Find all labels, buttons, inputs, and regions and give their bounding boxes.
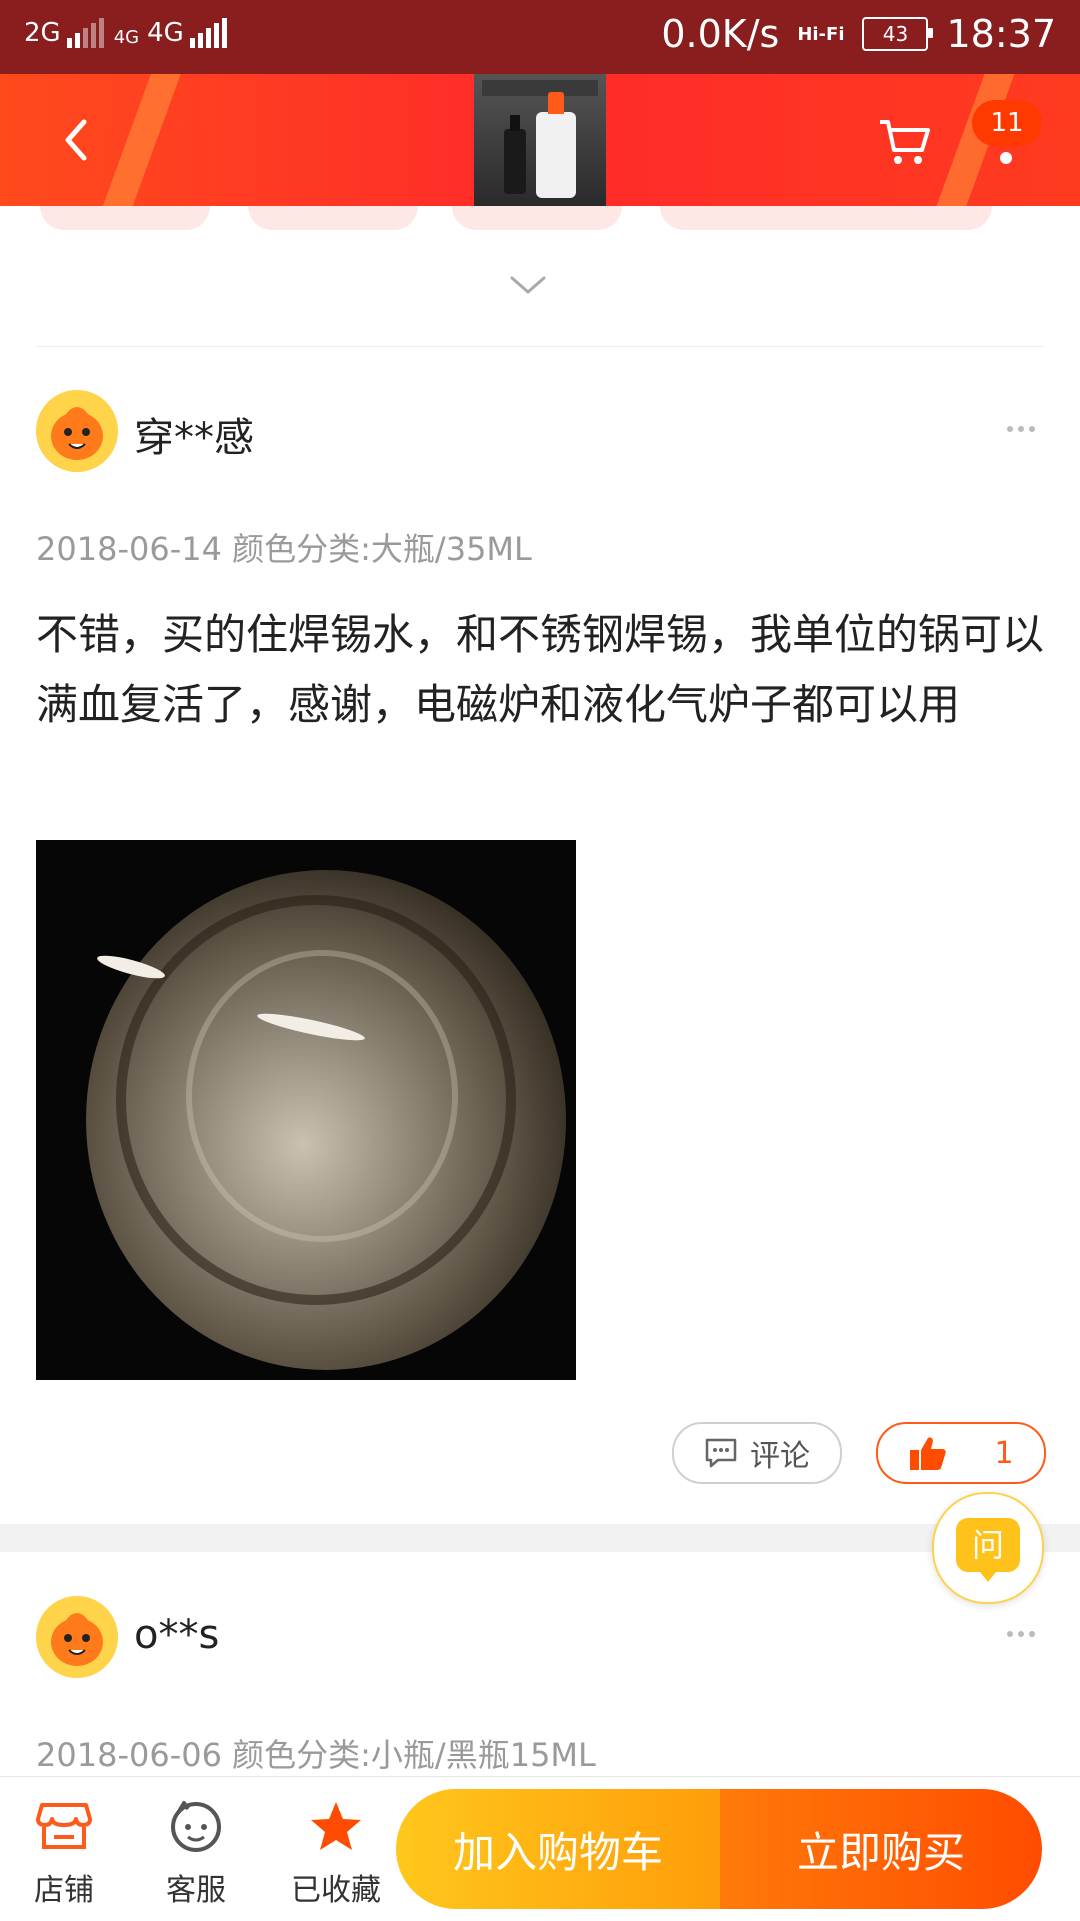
- purchase-actions: 加入购物车 立即购买: [396, 1789, 1042, 1909]
- store-label: 店铺: [34, 1873, 94, 1908]
- notification-dot: [1000, 152, 1012, 164]
- ask-icon: 问: [956, 1518, 1020, 1582]
- mascot-avatar-icon: [36, 390, 118, 472]
- more-icon: [1007, 1631, 1035, 1637]
- add-to-cart-button[interactable]: 加入购物车: [396, 1789, 720, 1909]
- section-separator: [0, 1524, 1080, 1552]
- net-speed: 0.0K/s: [661, 12, 780, 56]
- back-icon: [65, 119, 87, 161]
- avatar[interactable]: [36, 390, 118, 472]
- mascot-avatar-icon: [36, 1596, 118, 1678]
- chevron-down-icon: [510, 276, 546, 294]
- like-button[interactable]: 1: [876, 1422, 1046, 1484]
- store-icon: [36, 1803, 92, 1849]
- expand-tags-button[interactable]: [508, 270, 548, 300]
- favorite-button[interactable]: 已收藏: [280, 1799, 392, 1909]
- comment-label: 评论: [750, 1439, 810, 1474]
- network-type-4g: 4G: [147, 18, 184, 48]
- review-text: 不错，买的住焊锡水，和不锈钢焊锡，我单位的锅可以满血复活了，感谢，电磁炉和液化气…: [36, 610, 1045, 729]
- dark-bottle-image: [504, 115, 526, 194]
- pot-inner: [186, 950, 458, 1242]
- service-label: 客服: [166, 1873, 226, 1908]
- store-button[interactable]: 店铺: [14, 1799, 114, 1909]
- service-icon: [171, 1801, 221, 1852]
- thumbs-up-icon: [910, 1437, 947, 1470]
- signal-indicators: 2G 4G 4G: [24, 18, 233, 48]
- more-options-button[interactable]: [1006, 1624, 1036, 1637]
- review-photo[interactable]: [36, 840, 576, 1380]
- status-bar: 2G 4G 4G 0.0K/s Hi-Fi 43 18:37: [0, 0, 1080, 74]
- network-type-4g-mid: 4G: [113, 27, 140, 48]
- cart-count-badge: 11: [972, 100, 1042, 146]
- review-username[interactable]: 穿**感: [134, 405, 254, 463]
- thumbnail-banner: [482, 80, 598, 96]
- filter-tag[interactable]: [40, 206, 210, 230]
- signal-bars-icon-2: [189, 18, 227, 48]
- hifi-label: Hi-Fi: [797, 23, 845, 45]
- star-icon: [311, 1802, 361, 1850]
- more-options-button[interactable]: [1006, 419, 1036, 432]
- cart-icon: [880, 120, 930, 164]
- favorite-label: 已收藏: [291, 1873, 381, 1908]
- filter-tag[interactable]: [660, 206, 992, 230]
- battery-icon: 43: [862, 17, 934, 51]
- status-right: 0.0K/s Hi-Fi 43 18:37: [661, 12, 1056, 56]
- comment-button[interactable]: 评论: [672, 1422, 842, 1484]
- filter-tag[interactable]: [248, 206, 418, 230]
- bottom-action-bar: 店铺 客服 已收藏 加入购物车 立即购买: [0, 1776, 1080, 1921]
- product-thumbnail[interactable]: [474, 74, 606, 206]
- comment-icon: [705, 1438, 737, 1468]
- review-username[interactable]: o**s: [134, 1612, 219, 1658]
- product-header: 11: [0, 74, 1080, 206]
- white-bottle-image: [536, 92, 576, 198]
- clock: 18:37: [946, 12, 1056, 56]
- cart-button[interactable]: [876, 114, 934, 170]
- ask-question-button[interactable]: 问: [932, 1492, 1044, 1604]
- review-meta: 2018-06-06 颜色分类:小瓶/黑瓶15ML: [36, 1736, 596, 1774]
- avatar[interactable]: [36, 1596, 118, 1678]
- back-button[interactable]: [48, 110, 108, 170]
- divider: [36, 346, 1044, 347]
- header-decoration: [96, 74, 192, 206]
- review-meta: 2018-06-14 颜色分类:大瓶/35ML: [36, 530, 532, 568]
- like-count: 1: [994, 1435, 1014, 1471]
- filter-tag[interactable]: [452, 206, 622, 230]
- network-type-2g: 2G: [24, 18, 61, 48]
- signal-bars-icon: [66, 18, 104, 48]
- buy-now-button[interactable]: 立即购买: [720, 1789, 1042, 1909]
- more-icon: [1007, 426, 1035, 432]
- service-button[interactable]: 客服: [146, 1799, 246, 1909]
